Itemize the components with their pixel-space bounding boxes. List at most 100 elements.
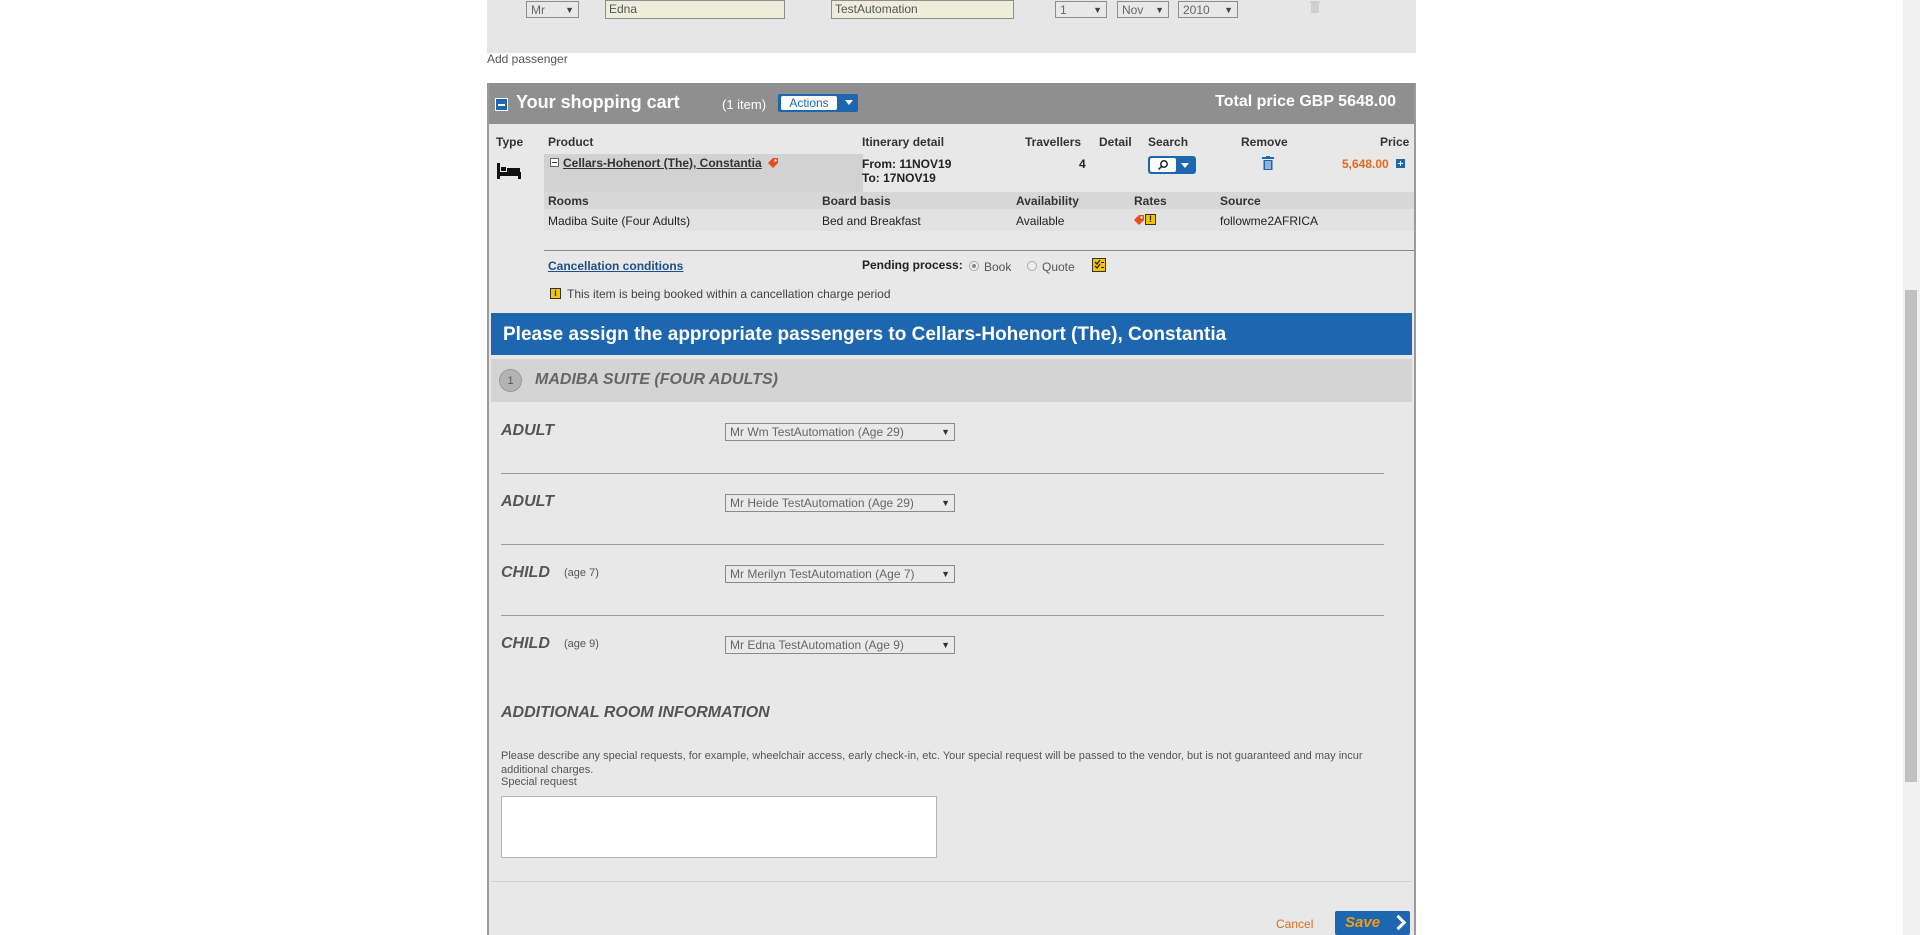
room-number-badge: 1	[499, 369, 522, 392]
divider	[544, 250, 1414, 251]
first-name-field[interactable]: Edna	[605, 0, 785, 19]
source-cell: followme2AFRICA	[1220, 214, 1319, 228]
passenger-type-label: ADULT	[501, 422, 555, 439]
dob-day-select[interactable]: 1 ▼	[1055, 1, 1107, 18]
item-price: 5,648.00	[1342, 157, 1389, 171]
info-icon: i	[550, 288, 561, 299]
last-name-field[interactable]: TestAutomation	[831, 0, 1014, 19]
passenger-strip: Mr ▼ Edna TestAutomation 1 ▼ Nov ▼ 2010 ▼	[487, 0, 1416, 53]
title-select-value: Mr	[531, 3, 545, 17]
passenger-select-1[interactable]: Mr Wm TestAutomation (Age 29) ▼	[725, 423, 955, 441]
col-availability: Availability	[1016, 194, 1079, 208]
expand-price-icon[interactable]	[1396, 159, 1405, 168]
chevron-down-icon: ▼	[941, 427, 950, 437]
add-passenger-link[interactable]: Add passenger	[487, 52, 568, 66]
special-request-textarea[interactable]	[501, 796, 937, 858]
passenger-age-label: (age 7)	[564, 567, 599, 579]
travellers-count: 4	[1079, 157, 1086, 171]
chevron-down-icon: ▼	[565, 5, 574, 15]
passenger-age-label: (age 9)	[564, 638, 599, 650]
dob-year-value: 2010	[1183, 3, 1210, 17]
room-row: Madiba Suite (Four Adults) Bed and Break…	[544, 209, 1414, 231]
divider	[501, 473, 1384, 474]
save-button[interactable]: Save	[1335, 911, 1410, 935]
divider	[491, 881, 1412, 882]
shopping-cart: Your shopping cart (1 item) Actions Tota…	[487, 83, 1416, 935]
dob-month-value: Nov	[1122, 3, 1144, 17]
col-source: Source	[1220, 194, 1261, 208]
chevron-down-icon: ▼	[941, 498, 950, 508]
collapse-cart-button[interactable]	[495, 98, 508, 111]
dob-year-select[interactable]: 2010 ▼	[1178, 1, 1238, 18]
itinerary-from: From: 11NOV19	[862, 157, 952, 171]
passenger-select-value: Mr Merilyn TestAutomation (Age 7)	[730, 567, 915, 581]
room-section-title: MADIBA SUITE (FOUR ADULTS)	[535, 371, 778, 388]
search-icon-box	[1150, 158, 1176, 172]
col-type: Type	[496, 135, 524, 149]
checklist-icon[interactable]	[1092, 258, 1106, 272]
total-price: Total price GBP 5648.00	[1215, 93, 1396, 110]
special-request-label: Special request	[501, 776, 577, 788]
trash-icon[interactable]	[1262, 156, 1274, 170]
divider	[501, 615, 1384, 616]
collapse-product-icon[interactable]	[550, 158, 559, 167]
actions-label: Actions	[781, 96, 837, 110]
itinerary-to: To: 17NOV19	[862, 171, 936, 185]
cart-header: Your shopping cart (1 item) Actions Tota…	[489, 83, 1414, 124]
passenger-select-value: Mr Wm TestAutomation (Age 29)	[730, 425, 904, 439]
assign-title: Please assign the appropriate passengers…	[503, 324, 1227, 345]
passenger-select-3[interactable]: Mr Merilyn TestAutomation (Age 7) ▼	[725, 565, 955, 583]
title-select[interactable]: Mr ▼	[526, 1, 579, 18]
search-icon	[1157, 160, 1168, 171]
dob-month-select[interactable]: Nov ▼	[1117, 1, 1169, 18]
availability-cell: Available	[1016, 214, 1065, 228]
bed-icon	[497, 163, 521, 179]
board-basis-cell: Bed and Breakfast	[822, 214, 921, 228]
dob-day-value: 1	[1060, 3, 1067, 17]
col-board: Board basis	[822, 194, 891, 208]
actions-button[interactable]: Actions	[778, 94, 858, 112]
passenger-select-2[interactable]: Mr Heide TestAutomation (Age 29) ▼	[725, 494, 955, 512]
col-rooms: Rooms	[548, 194, 589, 208]
chevron-down-icon: ▼	[1224, 5, 1233, 15]
passenger-type-label: CHILD	[501, 564, 550, 581]
col-itinerary: Itinerary detail	[862, 135, 945, 149]
col-price: Price	[1380, 135, 1410, 149]
cancellation-conditions-link[interactable]: Cancellation conditions	[548, 259, 683, 273]
warning-icon[interactable]: !	[1145, 214, 1156, 225]
book-radio[interactable]	[969, 261, 979, 271]
col-rates: Rates	[1134, 194, 1167, 208]
col-travellers: Travellers	[1025, 135, 1082, 149]
chevron-down-icon: ▼	[1155, 5, 1164, 15]
chevron-right-icon	[1390, 914, 1407, 931]
cart-item-count: (1 item)	[722, 97, 767, 112]
passenger-type-label: ADULT	[501, 493, 555, 510]
cancel-button[interactable]: Cancel	[1276, 917, 1313, 931]
save-label: Save	[1345, 914, 1381, 931]
chevron-down-icon	[845, 100, 853, 105]
chevron-down-icon: ▼	[941, 569, 950, 579]
product-name-link[interactable]: Cellars-Hohenort (The), Constantia	[563, 156, 762, 170]
passenger-select-4[interactable]: Mr Edna TestAutomation (Age 9) ▼	[725, 636, 955, 654]
chevron-down-icon	[1181, 163, 1189, 168]
col-search: Search	[1148, 135, 1189, 149]
passenger-type-label: CHILD	[501, 635, 550, 652]
chevron-down-icon: ▼	[941, 640, 950, 650]
tag-icon	[768, 158, 778, 168]
col-remove: Remove	[1241, 135, 1288, 149]
search-button[interactable]	[1148, 156, 1196, 174]
scrollbar-thumb[interactable]	[1905, 290, 1917, 782]
rooms-header-bar: Rooms Board basis Availability Rates Sou…	[544, 192, 1414, 209]
room-section-header: 1 MADIBA SUITE (FOUR ADULTS)	[491, 359, 1412, 402]
product-cell: Cellars-Hohenort (The), Constantia	[544, 154, 863, 192]
book-label: Book	[984, 260, 1012, 274]
col-product: Product	[548, 135, 594, 149]
divider	[501, 544, 1384, 545]
passenger-select-value: Mr Heide TestAutomation (Age 29)	[730, 496, 914, 510]
cancellation-warning: This item is being booked within a cance…	[567, 287, 891, 301]
quote-radio[interactable]	[1027, 261, 1037, 271]
trash-icon[interactable]	[1309, 0, 1321, 14]
special-request-description: Please describe any special requests, fo…	[501, 750, 1363, 776]
assign-passengers-banner: Please assign the appropriate passengers…	[491, 313, 1412, 355]
col-detail: Detail	[1099, 135, 1132, 149]
